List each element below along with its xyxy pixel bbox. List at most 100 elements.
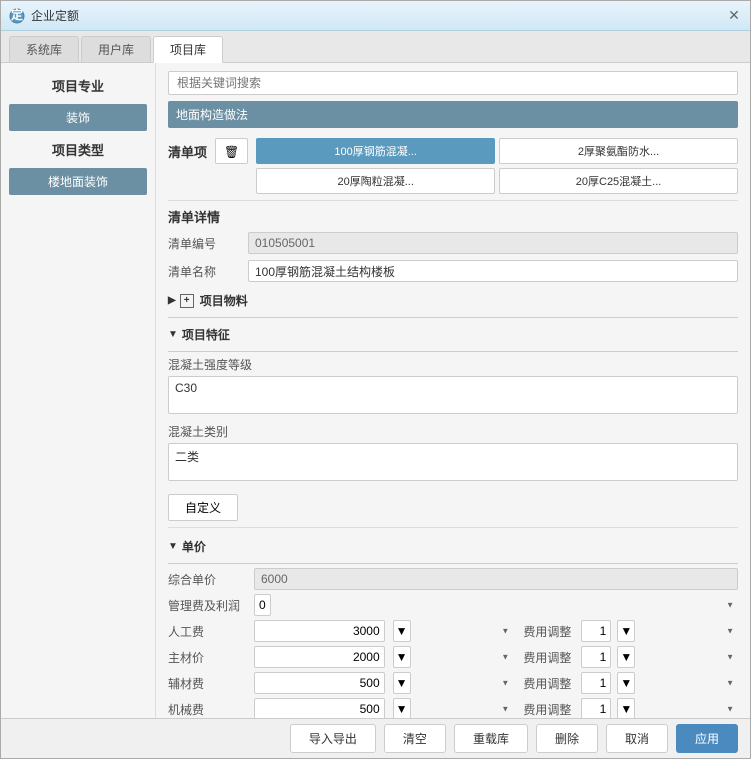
name-input[interactable] [248,260,738,282]
machine-label: 机械费 [168,701,248,718]
qingdan-btn-1[interactable]: 2厚聚氨酯防水... [499,138,738,164]
nav-decoration[interactable]: 装饰 [9,104,147,131]
clear-button[interactable]: 清空 [384,724,446,753]
comprehensive-input [254,568,738,590]
main-material-label: 主材价 [168,649,248,666]
app-icon: 定 [9,8,25,24]
delete-button[interactable]: 删除 [536,724,598,753]
bottom-bar: 导入导出 清空 重载库 删除 取消 应用 [1,718,750,758]
tab-system[interactable]: 系统库 [9,36,79,62]
type-group: 混凝土类别 二类 [168,423,738,484]
unit-price-header[interactable]: ▼ 单价 [168,534,738,559]
section-title-1: 项目专业 [9,71,147,100]
unit-price-section: ▼ 单价 综合单价 管理费及利润 0 [168,527,738,718]
machine-row: 机械费 ▼ 费用调整 ▼ [168,698,738,718]
aux-material-input[interactable] [254,672,385,694]
labor-adj-input[interactable] [581,620,611,642]
main-window: 定 企业定额 ✕ 系统库 用户库 项目库 项目专业 装饰 项目类型 楼地面装饰 … [0,0,751,759]
cancel-button[interactable]: 取消 [606,724,668,753]
svg-text:定: 定 [11,8,23,22]
tab-project[interactable]: 项目库 [153,36,223,63]
comprehensive-row: 综合单价 [168,568,738,590]
detail-section: 清单详情 清单编号 清单名称 ▶ + 项目物料 ▼ [168,200,738,521]
right-panel: 地面构造做法 清单项 🗑 100厚钢筋混凝... 2厚聚氨酯防水... 20厚陶… [156,63,750,718]
main-dropdown[interactable]: ▼ [393,646,411,668]
feature-header[interactable]: ▼ 项目特征 [168,322,738,347]
management-select[interactable]: 0 [254,594,271,616]
aux-select-wrap: ▼ [393,672,514,694]
trash-icon: 🗑 [224,145,239,159]
labor-input[interactable] [254,620,385,642]
search-input[interactable] [168,71,738,95]
aux-adj-select-wrap: ▼ [617,672,738,694]
left-panel: 项目专业 装饰 项目类型 楼地面装饰 [1,63,156,718]
machine-select-wrap: ▼ [393,698,514,718]
main-adj-input[interactable] [581,646,611,668]
machine-input[interactable] [254,698,385,718]
list-item-floor[interactable]: 地面构造做法 [168,101,738,128]
triangle-icon-3: ▼ [168,541,178,552]
nav-floor-decoration[interactable]: 楼地面装饰 [9,168,147,195]
main-content: 项目专业 装饰 项目类型 楼地面装饰 地面构造做法 清单项 🗑 100厚钢筋混凝… [1,63,750,718]
feature-label: 项目特征 [182,326,230,343]
strength-textarea[interactable]: C30 [168,376,738,414]
machine-adj-dropdown[interactable]: ▼ [617,698,635,718]
main-adj-select-wrap: ▼ [617,646,738,668]
name-label: 清单名称 [168,263,248,280]
main-material-input[interactable] [254,646,385,668]
aux-adj-label: 费用调整 [523,675,571,692]
qingdan-btn-0[interactable]: 100厚钢筋混凝... [256,138,495,164]
labor-select-wrap: ▼ [393,620,514,642]
code-input [248,232,738,254]
tab-bar: 系统库 用户库 项目库 [1,31,750,63]
close-button[interactable]: ✕ [726,8,742,24]
reload-button[interactable]: 重载库 [454,724,528,753]
qingdan-section: 清单项 🗑 100厚钢筋混凝... 2厚聚氨酯防水... 20厚陶粒混凝... … [168,138,738,194]
triangle-icon-2: ▼ [168,329,178,340]
labor-adj-select-wrap: ▼ [617,620,738,642]
material-header[interactable]: ▶ + 项目物料 [168,288,738,313]
management-label: 管理费及利润 [168,597,248,614]
labor-adj-label: 费用调整 [523,623,571,640]
labor-dropdown[interactable]: ▼ [393,620,411,642]
management-row: 管理费及利润 0 [168,594,738,616]
machine-dropdown[interactable]: ▼ [393,698,411,718]
main-select-wrap: ▼ [393,646,514,668]
qingdan-grid: 100厚钢筋混凝... 2厚聚氨酯防水... 20厚陶粒混凝... 20厚C25… [256,138,738,194]
qingdan-label: 清单项 [168,138,207,161]
import-export-button[interactable]: 导入导出 [290,724,376,753]
plus-icon: + [180,294,194,308]
management-select-wrap: 0 [254,594,738,616]
material-label: 项目物料 [200,292,248,309]
main-material-row: 主材价 ▼ 费用调整 ▼ [168,646,738,668]
machine-adj-input[interactable] [581,698,611,718]
custom-button[interactable]: 自定义 [168,494,238,521]
detail-title: 清单详情 [168,207,738,226]
qingdan-btn-3[interactable]: 20厚C25混凝土... [499,168,738,194]
apply-button[interactable]: 应用 [676,724,738,753]
labor-row: 人工费 ▼ 费用调整 ▼ [168,620,738,642]
machine-adj-label: 费用调整 [523,701,571,718]
type-label: 混凝土类别 [168,423,738,440]
window-title: 企业定额 [31,7,726,24]
comprehensive-label: 综合单价 [168,571,248,588]
aux-material-row: 辅材费 ▼ 费用调整 ▼ [168,672,738,694]
aux-material-label: 辅材费 [168,675,248,692]
triangle-icon: ▶ [168,295,176,306]
main-adj-label: 费用调整 [523,649,571,666]
aux-dropdown[interactable]: ▼ [393,672,411,694]
machine-adj-select-wrap: ▼ [617,698,738,718]
strength-group: 混凝土强度等级 C30 [168,356,738,417]
aux-adj-input[interactable] [581,672,611,694]
qingdan-btn-2[interactable]: 20厚陶粒混凝... [256,168,495,194]
code-row: 清单编号 [168,232,738,254]
type-textarea[interactable]: 二类 [168,443,738,481]
tab-user[interactable]: 用户库 [81,36,151,62]
section-title-2: 项目类型 [9,135,147,164]
unit-price-label: 单价 [182,538,206,555]
labor-adj-dropdown[interactable]: ▼ [617,620,635,642]
main-adj-dropdown[interactable]: ▼ [617,646,635,668]
aux-adj-dropdown[interactable]: ▼ [617,672,635,694]
strength-label: 混凝土强度等级 [168,356,738,373]
trash-button[interactable]: 🗑 [215,138,248,164]
